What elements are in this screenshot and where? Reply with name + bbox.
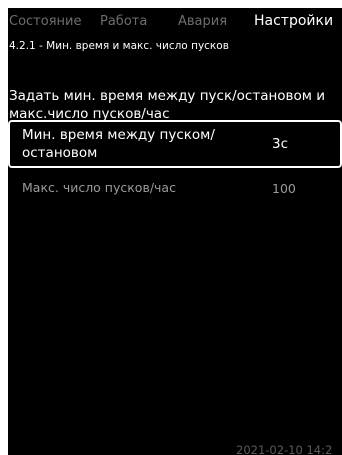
tab-state[interactable]: Состояние [9, 14, 81, 29]
controller-screen: Состояние Работа Авария Настройки 4.2.1 … [8, 8, 342, 455]
page-description: Задать мин. время между пуск/остановом и… [9, 88, 326, 122]
breadcrumb: 4.2.1 - Мин. время и макс. число пусков [9, 40, 229, 52]
param-label-max-starts: Макс. число пусков/час [22, 180, 176, 195]
tab-work[interactable]: Работа [100, 14, 147, 29]
param-value-min-time: 3с [272, 136, 289, 152]
param-value-max-starts: 100 [272, 181, 296, 196]
param-row-min-time[interactable]: Мин. время между пуском/остановом 3с [8, 120, 342, 168]
param-row-max-starts[interactable]: Макс. число пусков/час 100 [8, 180, 342, 202]
tab-bar: Состояние Работа Авария Настройки [8, 8, 342, 35]
param-label-min-time: Мин. время между пуском/остановом [22, 127, 215, 161]
footer-datetime: 2021-02-10 14:2 [236, 443, 333, 455]
tab-alarm[interactable]: Авария [178, 14, 227, 29]
tab-settings[interactable]: Настройки [254, 13, 333, 29]
